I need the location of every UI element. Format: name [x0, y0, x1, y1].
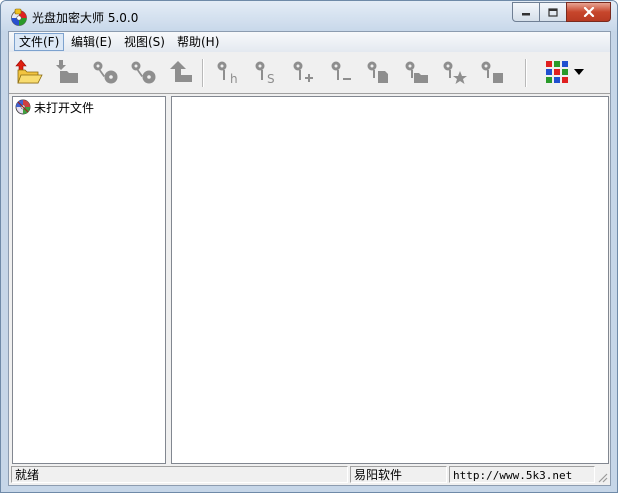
key-disc-2-icon — [131, 61, 156, 84]
tree-root-item[interactable]: 未打开文件 — [15, 99, 94, 115]
key-star-icon — [443, 61, 467, 84]
tree-root-label: 未打开文件 — [34, 100, 95, 115]
dropdown-arrow-icon — [574, 69, 584, 75]
upload-button[interactable] — [166, 57, 196, 87]
cd-app-icon — [10, 8, 28, 26]
key-file-button[interactable] — [363, 57, 393, 87]
menu-file[interactable]: 文件(F) — [14, 33, 65, 51]
app-window: 光盘加密大师 5.0.0 文件(F) 编辑(E) 视图(S) 帮助(H) h S… — [0, 0, 618, 493]
maximize-button[interactable] — [539, 2, 567, 22]
close-icon — [583, 7, 594, 17]
resize-grip-icon[interactable] — [596, 471, 608, 483]
key-hide-icon: h — [217, 61, 238, 86]
status-ready: 就绪 — [11, 466, 348, 483]
key-remove-icon — [331, 61, 351, 80]
key-stop-icon — [481, 61, 503, 83]
status-bar: 就绪 易阳软件 http://www.5k3.net — [9, 465, 610, 485]
key-folder-icon — [405, 61, 428, 83]
caption-buttons — [512, 2, 611, 22]
key-star-button[interactable] — [439, 57, 469, 87]
open-button[interactable] — [14, 57, 44, 87]
svg-text:S: S — [267, 72, 275, 86]
key-add-button[interactable] — [287, 57, 317, 87]
menu-bar: 文件(F) 编辑(E) 视图(S) 帮助(H) — [9, 32, 610, 52]
key-add-icon — [293, 61, 313, 82]
svg-text:h: h — [230, 72, 238, 86]
key-remove-button[interactable] — [325, 57, 355, 87]
window-title: 光盘加密大师 5.0.0 — [32, 11, 139, 25]
content-pane[interactable] — [171, 96, 609, 464]
minimize-button[interactable] — [512, 2, 540, 22]
maximize-icon — [548, 7, 558, 17]
key-file-icon — [367, 61, 388, 83]
import-button[interactable] — [52, 57, 82, 87]
close-button[interactable] — [566, 2, 611, 22]
key-size-button[interactable]: S — [249, 57, 279, 87]
title-bar[interactable]: 光盘加密大师 5.0.0 — [1, 1, 617, 31]
cd-disc-icon — [15, 99, 31, 115]
status-url: http://www.5k3.net — [449, 466, 595, 483]
import-icon — [56, 60, 78, 83]
key-folder-button[interactable] — [401, 57, 431, 87]
toolbar-separator — [202, 59, 204, 87]
key-hide-button[interactable]: h — [211, 57, 241, 87]
minimize-icon — [522, 13, 530, 16]
status-company: 易阳软件 — [350, 466, 447, 483]
view-dropdown-button[interactable] — [569, 57, 589, 87]
menu-help[interactable]: 帮助(H) — [173, 34, 223, 50]
menu-view[interactable]: 视图(S) — [120, 34, 169, 50]
color-grid-button[interactable] — [542, 57, 572, 87]
file-tree-pane[interactable]: 未打开文件 — [12, 96, 166, 464]
toolbar-separator — [525, 59, 527, 87]
key-disc-icon — [93, 61, 118, 84]
menu-edit[interactable]: 编辑(E) — [67, 34, 116, 50]
client-area: 文件(F) 编辑(E) 视图(S) 帮助(H) h S 未打开文件 就绪 易阳软… — [8, 31, 611, 486]
key-disc-2-button[interactable] — [128, 57, 158, 87]
upload-icon — [170, 61, 192, 82]
key-stop-button[interactable] — [477, 57, 507, 87]
key-size-icon: S — [255, 61, 275, 86]
toolbar: h S — [9, 53, 610, 94]
color-grid-icon — [546, 61, 568, 83]
key-disc-button[interactable] — [90, 57, 120, 87]
open-folder-icon — [15, 59, 43, 84]
